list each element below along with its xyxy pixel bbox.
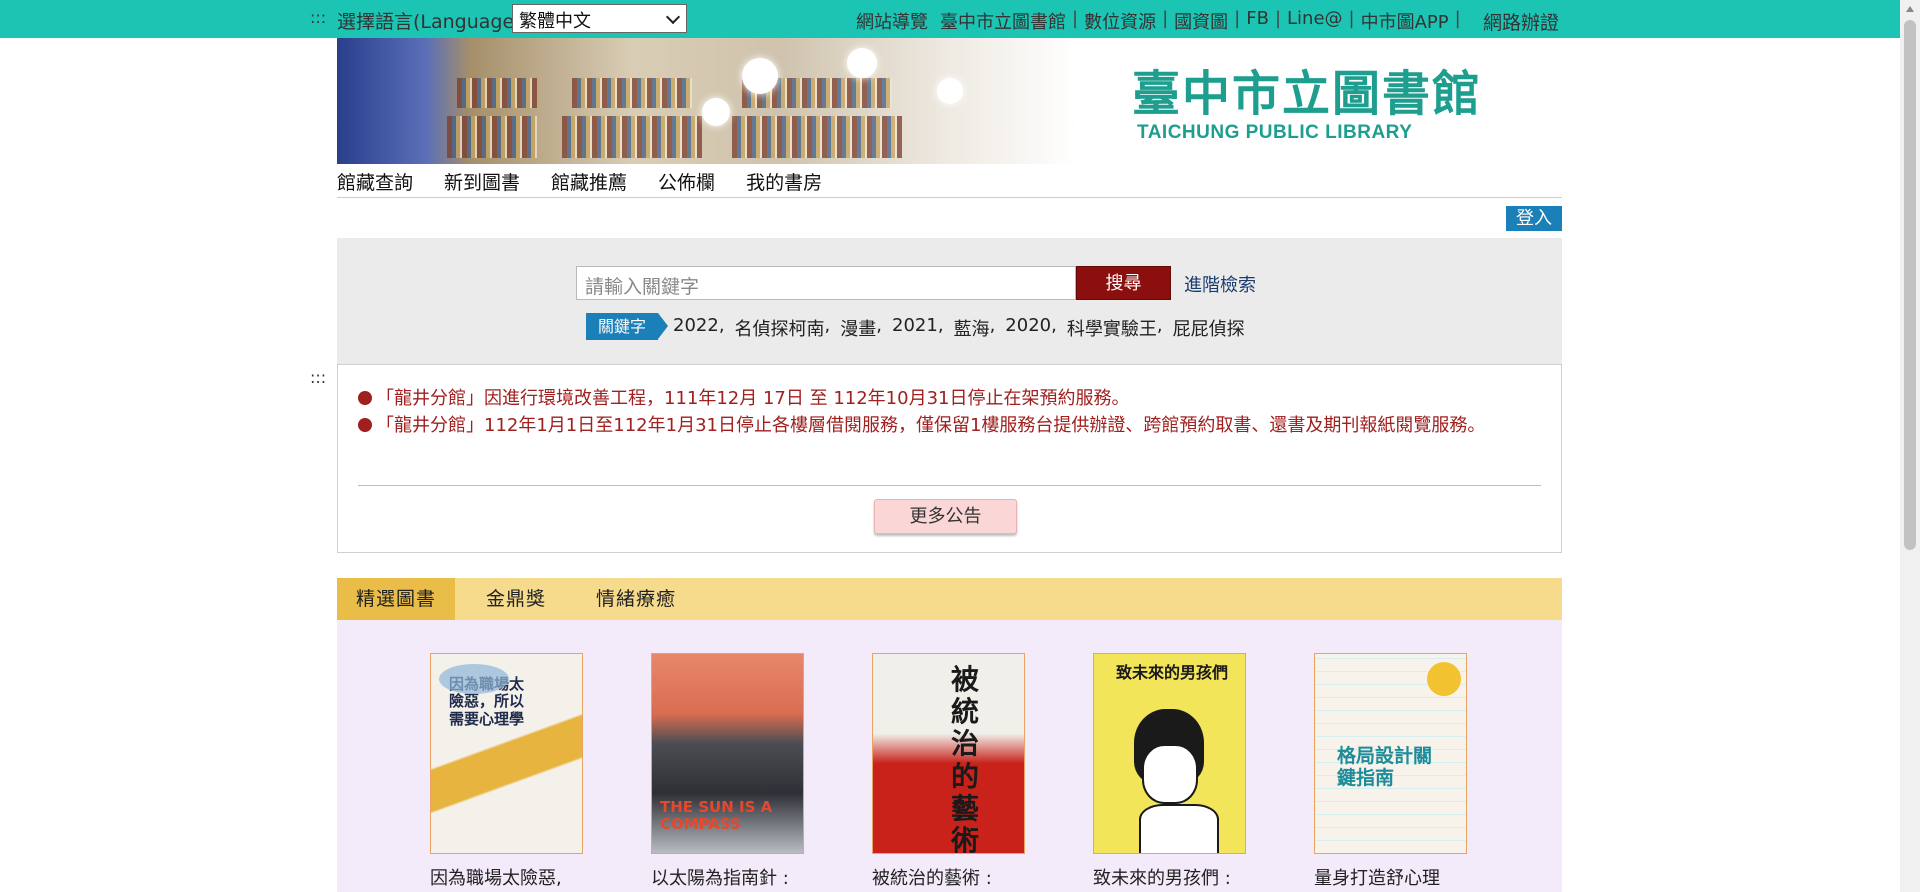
nav-recommendations[interactable]: 館藏推薦 <box>551 164 627 197</box>
book-cover[interactable]: 格局設計關鍵指南 <box>1314 653 1467 854</box>
tab-emotional-healing[interactable]: 情緒療癒 <box>577 578 695 620</box>
book-cover[interactable]: 被統治的藝術 <box>872 653 1025 854</box>
book-title[interactable]: 以太陽為指南針 : <box>651 864 804 890</box>
tab-golden-tripod[interactable]: 金鼎獎 <box>467 578 565 620</box>
bookshelf <box>562 116 702 158</box>
cover-title: 格局設計關鍵指南 <box>1337 745 1433 789</box>
announcement-box: 「龍井分館」因進行環境改善工程，111年12月 17日 至 112年10月31日… <box>337 364 1562 553</box>
site-banner: 臺中市立圖書館 TAICHUNG PUBLIC LIBRARY <box>337 38 1562 164</box>
keyword-link[interactable]: 漫畫 <box>840 315 876 341</box>
lamp <box>742 58 778 94</box>
book-item[interactable]: THE SUN IS A COMPASS 以太陽為指南針 : <box>651 653 804 890</box>
keyword-link[interactable]: 2022 <box>673 315 719 341</box>
announcement-item[interactable]: 「龍井分館」因進行環境改善工程，111年12月 17日 至 112年10月31日… <box>358 385 1541 412</box>
keyword-link[interactable]: 科學實驗王 <box>1067 315 1157 341</box>
divider <box>358 485 1541 486</box>
book-title[interactable]: 致未來的男孩們 : <box>1093 864 1246 890</box>
book-item[interactable]: 致未來的男孩們 致未來的男孩們 : <box>1093 653 1246 890</box>
search-input[interactable]: 請輸入關鍵字 <box>576 266 1076 300</box>
tab-featured-books[interactable]: 精選圖書 <box>337 578 456 620</box>
cover-art <box>1142 744 1198 804</box>
nav-my-study[interactable]: 我的書房 <box>746 164 822 197</box>
keyword-separator: , <box>824 315 831 336</box>
book-cover[interactable]: 因為職場太險惡，所以需要心理學 <box>430 653 583 854</box>
library-photo <box>337 38 1077 164</box>
keyword-link[interactable]: 名偵探柯南 <box>735 315 825 341</box>
toplink-sitemap[interactable]: 網站導覽 <box>850 8 934 34</box>
divider: | <box>1454 8 1461 29</box>
top-links: 網站導覽 臺中市立圖書館 | 數位資源 | 國資圖 | FB | Line@ | 中市圖A… <box>850 8 1461 34</box>
book-item[interactable]: 格局設計關鍵指南 量身打造舒心理 <box>1314 653 1467 890</box>
library-logo-english: TAICHUNG PUBLIC LIBRARY <box>1137 122 1413 143</box>
announcement-item[interactable]: 「龍井分館」112年1月1日至112年1月31日停止各樓層借閱服務，僅保留1樓服… <box>358 412 1541 439</box>
login-button[interactable]: 登入 <box>1506 206 1562 231</box>
page-scrollbar[interactable] <box>1900 0 1920 892</box>
lamp <box>937 78 963 104</box>
bookshelf <box>572 78 692 108</box>
keyword-list: 2022, 名偵探柯南, 漫畫, 2021, 藍海, 2020, 科學實驗王, … <box>673 315 1245 341</box>
bookshelf <box>732 116 902 158</box>
keyword-link[interactable]: 屁屁偵探 <box>1173 315 1245 341</box>
keyword-separator: , <box>989 315 996 336</box>
toplink-fb[interactable]: FB <box>1240 8 1275 34</box>
book-title[interactable]: 被統治的藝術 : <box>872 864 1025 890</box>
accesskey-dots[interactable]: ::: <box>310 368 326 387</box>
chevron-down-icon <box>665 9 681 25</box>
cover-title: 致未來的男孩們 <box>1116 663 1229 682</box>
cover-badge <box>1427 662 1461 696</box>
bookshelf <box>447 116 537 158</box>
toplink-digital[interactable]: 數位資源 <box>1078 8 1162 34</box>
keyword-separator: , <box>1156 315 1163 336</box>
keyword-link[interactable]: 藍海 <box>954 315 990 341</box>
language-select[interactable]: 繁體中文 <box>512 4 687 33</box>
announcement-text: 「龍井分館」因進行環境改善工程，111年12月 17日 至 112年10月31日… <box>376 388 1130 409</box>
scroll-up-icon[interactable] <box>1906 6 1914 12</box>
book-title[interactable]: 量身打造舒心理 <box>1314 864 1467 890</box>
cover-title: THE SUN IS A COMPASS <box>660 798 773 834</box>
bookshelf <box>457 78 537 108</box>
keyword-separator: , <box>718 315 725 336</box>
lamp <box>702 98 730 126</box>
toplink-tcpl[interactable]: 臺中市立圖書館 <box>934 8 1072 34</box>
register-link[interactable]: 網路辦證 <box>1483 8 1559 35</box>
nav-bulletin[interactable]: 公佈欄 <box>658 164 715 197</box>
book-carousel: 因為職場太險惡，所以需要心理學 因為職場太險惡, THE SUN IS A CO… <box>337 620 1562 892</box>
search-button[interactable]: 搜尋 <box>1076 266 1171 300</box>
library-logo-chinese: 臺中市立圖書館 <box>1132 66 1483 122</box>
cover-art <box>439 664 509 694</box>
keyword-link[interactable]: 2021 <box>892 315 938 341</box>
keyword-separator: , <box>1051 315 1057 336</box>
accesskey-dots[interactable]: ::: <box>310 8 326 27</box>
toplink-app[interactable]: 中市圖APP <box>1355 8 1455 34</box>
book-cover[interactable]: THE SUN IS A COMPASS <box>651 653 804 854</box>
keyword-badge: 關鍵字 <box>586 313 668 340</box>
toplink-nlpi[interactable]: 國資圖 <box>1168 8 1234 34</box>
toplink-line[interactable]: Line@ <box>1281 8 1349 34</box>
cover-art <box>1139 804 1219 853</box>
language-selected-value: 繁體中文 <box>519 11 591 32</box>
nav-catalog-search[interactable]: 館藏查詢 <box>337 164 413 197</box>
advanced-search-link[interactable]: 進階檢索 <box>1184 271 1256 297</box>
top-bar: ::: 選擇語言(Language) : 繁體中文 網站導覽 臺中市立圖書館 | … <box>0 0 1900 38</box>
language-label: 選擇語言(Language) : <box>337 11 535 33</box>
bullet-icon <box>358 391 372 405</box>
main-nav: 館藏查詢 新到圖書 館藏推薦 公佈欄 我的書房 <box>337 164 1562 198</box>
keyword-link[interactable]: 2020 <box>1005 315 1051 341</box>
lamp <box>847 48 877 78</box>
keyword-separator: , <box>937 315 944 336</box>
nav-new-arrivals[interactable]: 新到圖書 <box>444 164 520 197</box>
book-item[interactable]: 因為職場太險惡，所以需要心理學 因為職場太險惡, <box>430 653 583 890</box>
more-announcements-button[interactable]: 更多公告 <box>874 499 1017 534</box>
book-item[interactable]: 被統治的藝術 被統治的藝術 : <box>872 653 1025 890</box>
announcement-text: 「龍井分館」112年1月1日至112年1月31日停止各樓層借閱服務，僅保留1樓服… <box>376 415 1486 436</box>
scrollbar-thumb[interactable] <box>1904 20 1916 550</box>
bullet-icon <box>358 418 372 432</box>
cover-title: 被統治的藝術 <box>951 663 980 854</box>
book-cover[interactable]: 致未來的男孩們 <box>1093 653 1246 854</box>
search-panel: 請輸入關鍵字 搜尋 進階檢索 關鍵字 2022, 名偵探柯南, 漫畫, 2021… <box>337 238 1562 364</box>
featured-tabs: 精選圖書 金鼎獎 情緒療癒 <box>337 578 1562 620</box>
keyword-separator: , <box>876 315 883 336</box>
book-title[interactable]: 因為職場太險惡, <box>430 864 583 890</box>
